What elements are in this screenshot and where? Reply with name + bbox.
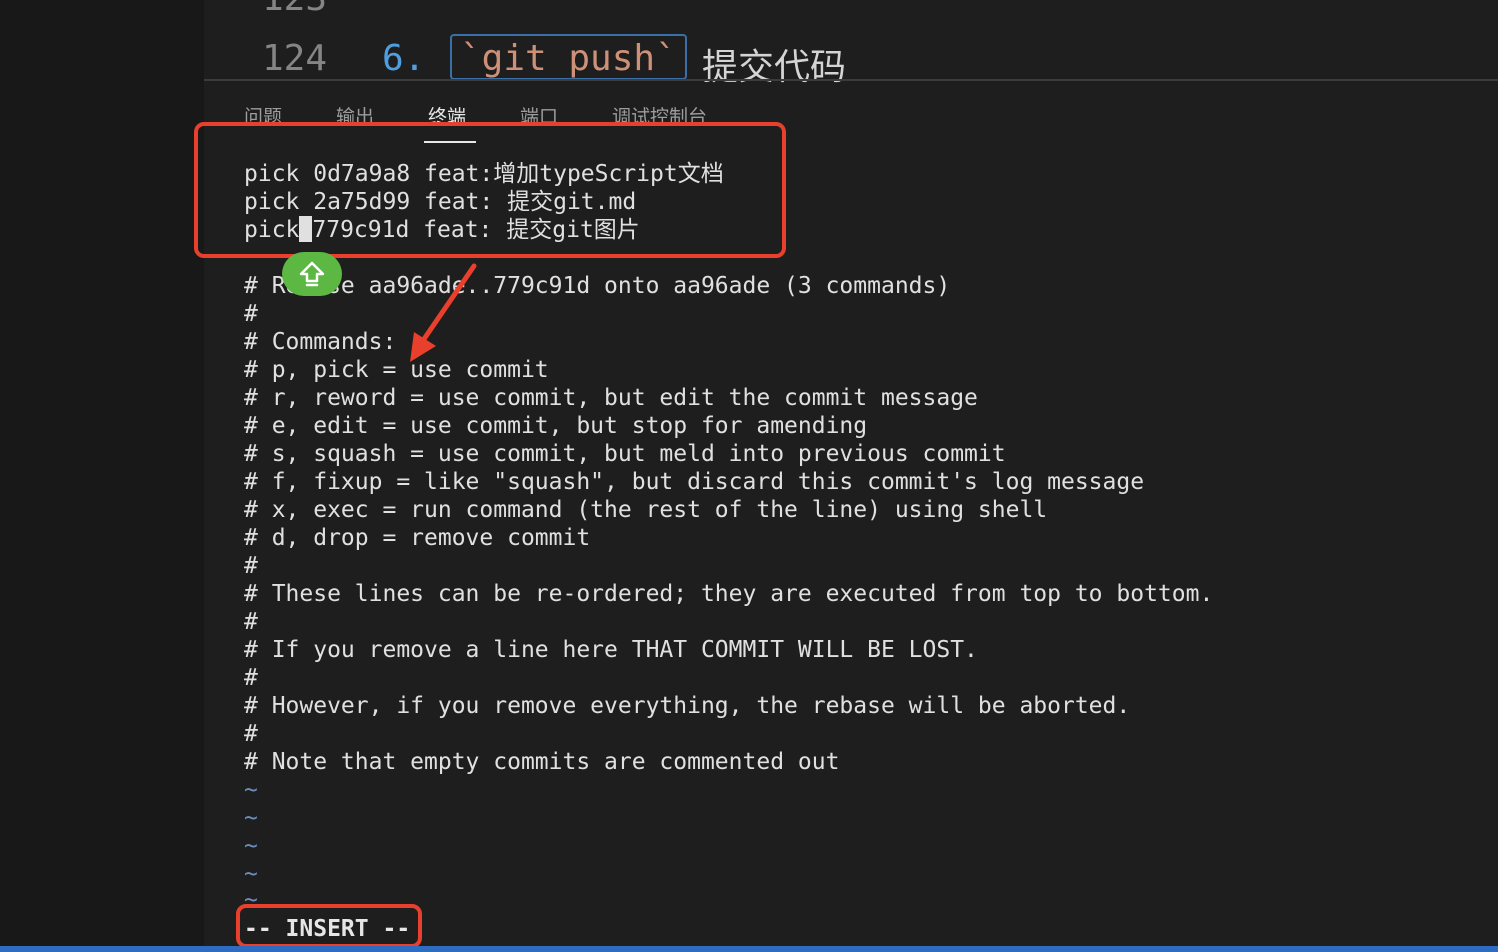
terminal-line: # Note that empty commits are commented … [244,749,840,775]
terminal-line: # If you remove a line here THAT COMMIT … [244,637,978,663]
terminal-line: # [244,665,258,691]
list-number: 6. [382,38,426,79]
line-number: 124 [262,38,328,79]
empty-line-tilde: ~ [244,805,258,831]
terminal-line: # e, edit = use commit, but stop for ame… [244,413,868,439]
empty-line-tilde: ~ [244,777,258,803]
panel-divider[interactable] [204,79,1498,81]
terminal-line: # [244,609,258,635]
line-number: 123 [262,0,327,19]
status-bar [0,946,1498,952]
editor-line-123: 123 [204,0,1498,26]
terminal-line: # r, reword = use commit, but edit the c… [244,385,978,411]
terminal-line: # Commands: [244,329,397,355]
terminal-line: # d, drop = remove commit [244,525,591,551]
screen: 123 124 6. `git push` 提交代码 问题 输出 终端 端口 调… [0,0,1498,952]
insert-mode-highlight [236,904,422,948]
terminal-line: # These lines can be re-ordered; they ar… [244,581,1214,607]
empty-line-tilde: ~ [244,833,258,859]
side-bar [0,0,204,952]
pick-lines-highlight [194,122,786,258]
terminal-line: # p, pick = use commit [244,357,549,383]
empty-line-tilde: ~ [244,861,258,887]
annotation-arrow [410,263,477,362]
terminal-line: # s, squash = use commit, but meld into … [244,441,1006,467]
upload-arrow-icon[interactable] [282,252,342,296]
terminal-line: # [244,721,258,747]
line-text: 提交代码 [702,47,847,88]
terminal-line: # Rebase aa96ade..779c91d onto aa96ade (… [244,273,951,299]
terminal-line: # However, if you remove everything, the… [244,693,1131,719]
inline-code: `git push` [450,34,687,80]
terminal-line: # f, fixup = like "squash", but discard … [244,469,1145,495]
terminal-line: # x, exec = run command (the rest of the… [244,497,1048,523]
terminal-line: # [244,553,258,579]
terminal-line: # [244,301,258,327]
